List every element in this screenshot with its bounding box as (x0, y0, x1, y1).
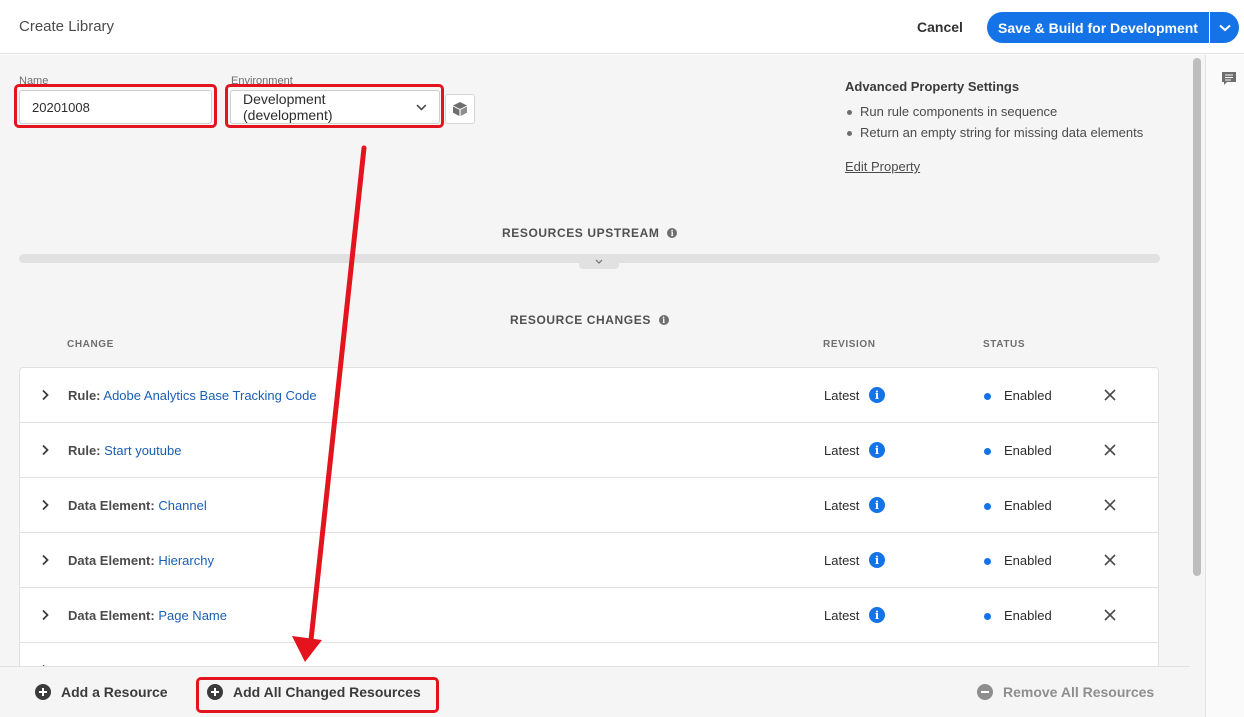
status-value: Enabled (1004, 442, 1052, 458)
chevron-right-icon[interactable] (40, 554, 50, 566)
right-rail (1205, 55, 1244, 717)
highlight-box-add-all (196, 677, 439, 713)
status-dot-icon (984, 558, 991, 565)
status-dot-icon (984, 503, 991, 510)
footer-actions: Add a Resource Add All Changed Resources… (0, 666, 1190, 717)
chevron-right-icon[interactable] (40, 389, 50, 401)
comment-icon[interactable] (1221, 71, 1237, 87)
info-icon[interactable]: i (869, 607, 885, 623)
chevron-right-icon[interactable] (40, 609, 50, 621)
info-icon[interactable]: i (869, 552, 885, 568)
highlight-box-name (14, 84, 217, 128)
chevron-down-icon (1218, 24, 1231, 31)
package-icon (453, 102, 467, 116)
resource-name-link[interactable]: Page Name (158, 608, 227, 623)
close-icon[interactable] (1103, 498, 1117, 512)
remove-circle-icon (977, 684, 993, 700)
resource-changes-table: Rule: Adobe Analytics Base Tracking Code… (19, 367, 1159, 666)
column-header-change[interactable]: CHANGE (67, 339, 114, 350)
remove-all-label: Remove All Resources (1003, 684, 1155, 700)
close-icon[interactable] (1103, 553, 1117, 567)
resources-upstream-heading: RESOURCES UPSTREAM i (502, 226, 678, 240)
revision-value: Latest (824, 552, 860, 568)
close-icon[interactable] (1103, 388, 1117, 402)
highlight-box-environment (225, 84, 444, 128)
advanced-setting-item: Run rule components in sequence (845, 101, 1175, 122)
remove-all-button[interactable]: Remove All Resources (977, 684, 1154, 700)
info-icon[interactable]: i (658, 315, 669, 325)
advanced-setting-item: Return an empty string for missing data … (845, 122, 1175, 143)
status-dot-icon (984, 393, 991, 400)
resource-name-link[interactable]: Hierarchy (158, 553, 214, 568)
save-options-dropdown[interactable] (1210, 12, 1239, 43)
status-dot-icon (984, 613, 991, 620)
resource-type: Data Element: (68, 607, 155, 623)
chevron-right-icon[interactable] (40, 444, 50, 456)
header-bar: Create Library Cancel Save & Build for D… (0, 0, 1244, 54)
resources-upstream-title: RESOURCES UPSTREAM (502, 226, 660, 240)
scrollbar-thumb[interactable] (1193, 58, 1201, 576)
advanced-settings-title: Advanced Property Settings (845, 79, 1020, 94)
table-row[interactable]: Data Element: Channel Latest i Enabled (20, 478, 1158, 533)
table-row[interactable]: Data Element: Hierarchy Latest i Enabled (20, 533, 1158, 588)
info-icon[interactable]: i (869, 442, 885, 458)
advanced-settings: Advanced Property Settings Run rule comp… (845, 79, 1175, 143)
status-dot-icon (984, 448, 991, 455)
info-icon[interactable]: i (869, 497, 885, 513)
revision-value: Latest (824, 607, 860, 623)
revision-value: Latest (824, 497, 860, 513)
info-icon[interactable]: i (869, 387, 885, 403)
status-value: Enabled (1004, 497, 1052, 513)
resource-type: Rule: (68, 387, 101, 403)
column-header-revision[interactable]: REVISION (823, 339, 876, 350)
chevron-down-icon (595, 259, 603, 264)
save-build-button[interactable]: Save & Build for Development (987, 12, 1209, 43)
column-header-status[interactable]: STATUS (983, 339, 1025, 350)
chevron-right-icon[interactable] (40, 499, 50, 511)
table-row[interactable]: Rule: Adobe Analytics Base Tracking Code… (20, 368, 1158, 423)
add-resource-label: Add a Resource (61, 684, 168, 700)
library-form: Name 20201008 Environment Development (d… (0, 55, 1190, 666)
resource-changes-heading: RESOURCE CHANGES i (510, 313, 669, 327)
page-title: Create Library (19, 18, 115, 35)
revision-value: Latest (824, 442, 860, 458)
add-resource-button[interactable]: Add a Resource (35, 684, 168, 700)
edit-property-link[interactable]: Edit Property (845, 159, 920, 174)
table-row[interactable]: Data Element: Page Name Latest i Enabled (20, 588, 1158, 643)
table-row[interactable]: Rule: Start youtube Latest i Enabled (20, 423, 1158, 478)
table-row-partial[interactable] (20, 643, 1158, 666)
upstream-expand-toggle[interactable] (579, 254, 619, 269)
resource-type: Data Element: (68, 497, 155, 513)
resource-name-link[interactable]: Adobe Analytics Base Tracking Code (103, 388, 316, 403)
resource-name-link[interactable]: Channel (158, 498, 206, 513)
close-icon[interactable] (1103, 443, 1117, 457)
revision-value: Latest (824, 387, 860, 403)
vertical-scrollbar[interactable] (1190, 55, 1205, 717)
close-icon[interactable] (1103, 608, 1117, 622)
cancel-button[interactable]: Cancel (905, 14, 975, 40)
resource-type: Rule: (68, 442, 101, 458)
resource-changes-title: RESOURCE CHANGES (510, 313, 651, 327)
status-value: Enabled (1004, 552, 1052, 568)
status-value: Enabled (1004, 607, 1052, 623)
package-button[interactable] (445, 94, 475, 124)
info-icon[interactable]: i (667, 228, 678, 238)
add-circle-icon (35, 684, 51, 700)
resource-type: Data Element: (68, 552, 155, 568)
status-value: Enabled (1004, 387, 1052, 403)
resource-name-link[interactable]: Start youtube (104, 443, 181, 458)
